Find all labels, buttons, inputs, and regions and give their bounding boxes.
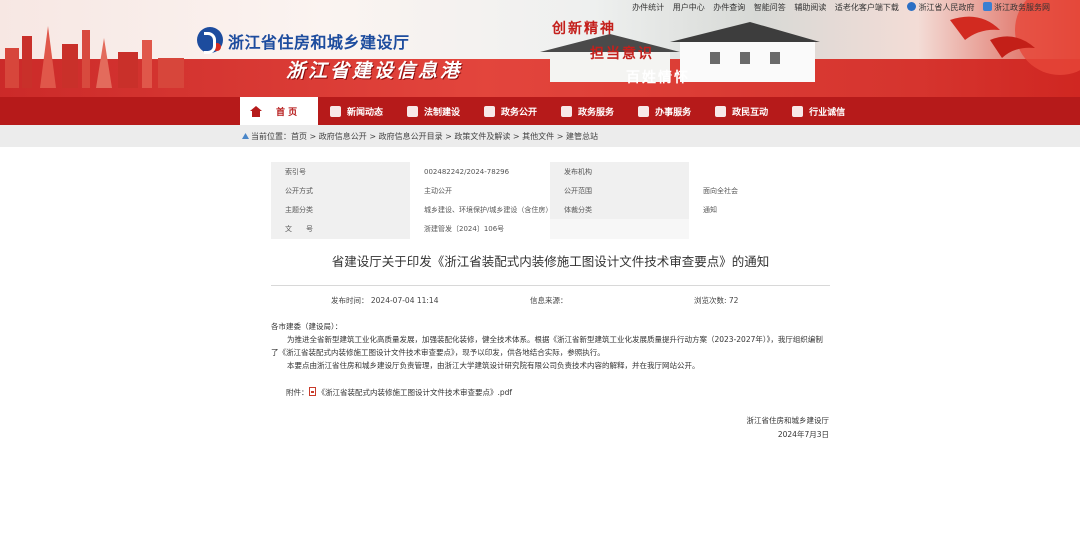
article-title: 省建设厅关于印发《浙江省装配式内装修施工图设计文件技术审查要点》的通知 bbox=[331, 254, 770, 269]
signature: 浙江省住房和城乡建设厅 bbox=[746, 416, 830, 425]
location-icon bbox=[242, 133, 249, 139]
top-link-stats[interactable]: 办件统计 bbox=[632, 3, 664, 12]
top-link-elderly-app[interactable]: 适老化客户端下载 bbox=[835, 3, 899, 12]
meta-row: 主题分类 城乡建设、环境保护/城乡建设（含住房） 体裁分类 通知 bbox=[271, 200, 830, 219]
breadcrumb: 当前位置：首页 > 政府信息公开 > 政府信息公开目录 > 政策文件及解读 > … bbox=[242, 131, 598, 142]
meta-index-label: 索引号 bbox=[271, 162, 410, 181]
nav-law[interactable]: 法制建设 bbox=[395, 97, 472, 125]
meta-row: 公开方式 主动公开 公开范围 面向全社会 bbox=[271, 181, 830, 200]
slogan-responsibility: 担当意识 bbox=[590, 46, 654, 62]
meta-topic-value: 城乡建设、环境保护/城乡建设（含住房） bbox=[410, 200, 552, 219]
nav-home[interactable]: 首 页 bbox=[240, 97, 318, 125]
paragraph: 为推进全省新型建筑工业化高质量发展，加强装配化装修，健全技术体系。根据《浙江省新… bbox=[271, 335, 823, 357]
news-icon bbox=[330, 105, 341, 117]
divider bbox=[271, 285, 830, 286]
view-count: 浏览次数: 72 bbox=[694, 296, 739, 305]
meta-topic-label: 主题分类 bbox=[271, 200, 410, 219]
pdf-file-icon bbox=[308, 387, 316, 396]
top-link-gov[interactable]: 浙江省人民政府 bbox=[907, 2, 974, 12]
meta-open-scope-value: 面向全社会 bbox=[689, 181, 830, 200]
gov-service-icon bbox=[561, 105, 573, 117]
nav-credit[interactable]: 行业诚信 bbox=[780, 97, 857, 125]
home-icon bbox=[250, 105, 262, 117]
slogan-people: 百姓情怀 bbox=[626, 70, 690, 86]
attachment-link[interactable]: 《浙江省装配式内装修施工图设计文件技术审查要点》.pdf bbox=[318, 388, 513, 397]
meta-open-mode-label: 公开方式 bbox=[271, 181, 410, 200]
meta-open-scope-label: 公开范围 bbox=[550, 181, 689, 200]
signature-date: 2024年7月3日 bbox=[777, 430, 829, 439]
paragraph: 本要点由浙江省住房和城乡建设厅负责管理，由浙江大学建筑设计研究院有限公司负责技术… bbox=[287, 361, 700, 370]
breadcrumb-bar: 当前位置：首页 > 政府信息公开 > 政府信息公开目录 > 政策文件及解读 > … bbox=[0, 125, 1080, 147]
nav-gov-info[interactable]: 政务公开 bbox=[472, 97, 549, 125]
meta-issuer-value bbox=[689, 162, 830, 181]
top-links: 办件统计 用户中心 办件查询 智能问答 辅助阅读 适老化客户端下载 浙江省人民政… bbox=[626, 2, 1050, 13]
gov-info-icon bbox=[484, 105, 496, 117]
page: 办件统计 用户中心 办件查询 智能问答 辅助阅读 适老化客户端下载 浙江省人民政… bbox=[0, 0, 1080, 539]
salutation: 各市建委（建设局）： bbox=[271, 322, 343, 331]
nav-gov-service[interactable]: 政务服务 bbox=[549, 97, 626, 125]
main-nav: 首 页 新闻动态 法制建设 政务公开 政务服务 办事服务 政民互动 行业诚信 bbox=[0, 97, 1080, 125]
top-link-reading[interactable]: 辅助阅读 bbox=[794, 3, 826, 12]
credit-icon bbox=[792, 105, 804, 117]
header-banner: 办件统计 用户中心 办件查询 智能问答 辅助阅读 适老化客户端下载 浙江省人民政… bbox=[0, 0, 1080, 97]
meta-genre-label: 体裁分类 bbox=[550, 200, 689, 219]
meta-index-value: 002482242/2024-78296 bbox=[410, 162, 550, 181]
interaction-icon bbox=[715, 105, 727, 117]
attachment: 附件： 《浙江省装配式内装修施工图设计文件技术审查要点》.pdf bbox=[286, 387, 512, 398]
government-emblem-icon bbox=[907, 2, 917, 11]
top-link-query[interactable]: 办件查询 bbox=[713, 3, 745, 12]
document-metadata-table: 索引号 002482242/2024-78296 发布机构 公开方式 主动公开 … bbox=[271, 162, 830, 239]
top-link-service-net[interactable]: 浙江政务服务网 bbox=[983, 2, 1050, 12]
nav-interaction[interactable]: 政民互动 bbox=[703, 97, 780, 125]
meta-issuer-label: 发布机构 bbox=[550, 162, 689, 181]
department-name[interactable]: 浙江省住房和城乡建设厅 bbox=[228, 29, 410, 53]
law-icon bbox=[407, 105, 419, 117]
nav-affairs[interactable]: 办事服务 bbox=[626, 97, 703, 125]
city-skyline-illustration bbox=[5, 26, 184, 88]
department-logo[interactable] bbox=[197, 27, 223, 54]
meta-row: 文 号 浙建管发〔2024〕106号 bbox=[271, 219, 830, 239]
publish-info: 发布时间： 2024-07-04 11:14 信息来源： 浏览次数: 72 bbox=[271, 295, 830, 307]
nav-news[interactable]: 新闻动态 bbox=[318, 97, 395, 125]
doves-illustration bbox=[950, 0, 1080, 75]
top-link-user-center[interactable]: 用户中心 bbox=[673, 3, 705, 12]
signature-block: 浙江省住房和城乡建设厅 2024年7月3日 bbox=[747, 414, 830, 442]
service-net-icon bbox=[983, 2, 992, 11]
meta-open-mode-value: 主动公开 bbox=[410, 181, 550, 200]
breadcrumb-path[interactable]: 首页 > 政府信息公开 > 政府信息公开目录 > 政策文件及解读 > 其他文件 … bbox=[291, 132, 598, 141]
top-link-qa[interactable]: 智能问答 bbox=[754, 3, 786, 12]
meta-docno-label: 文 号 bbox=[271, 219, 410, 239]
affairs-icon bbox=[638, 105, 650, 117]
publish-time: 发布时间： 2024-07-04 11:14 bbox=[331, 296, 439, 305]
meta-docno-value: 浙建管发〔2024〕106号 bbox=[410, 219, 550, 239]
site-name: 浙江省建设信息港 bbox=[286, 60, 463, 82]
attachment-label: 附件： bbox=[286, 388, 309, 397]
slogan-innovation: 创新精神 bbox=[552, 21, 616, 37]
article-body: 各市建委（建设局）： 为推进全省新型建筑工业化高质量发展，加强装配化装修，健全技… bbox=[271, 320, 830, 372]
meta-genre-value: 通知 bbox=[689, 200, 830, 219]
meta-row: 索引号 002482242/2024-78296 发布机构 bbox=[271, 162, 830, 181]
info-source: 信息来源： bbox=[530, 296, 568, 305]
